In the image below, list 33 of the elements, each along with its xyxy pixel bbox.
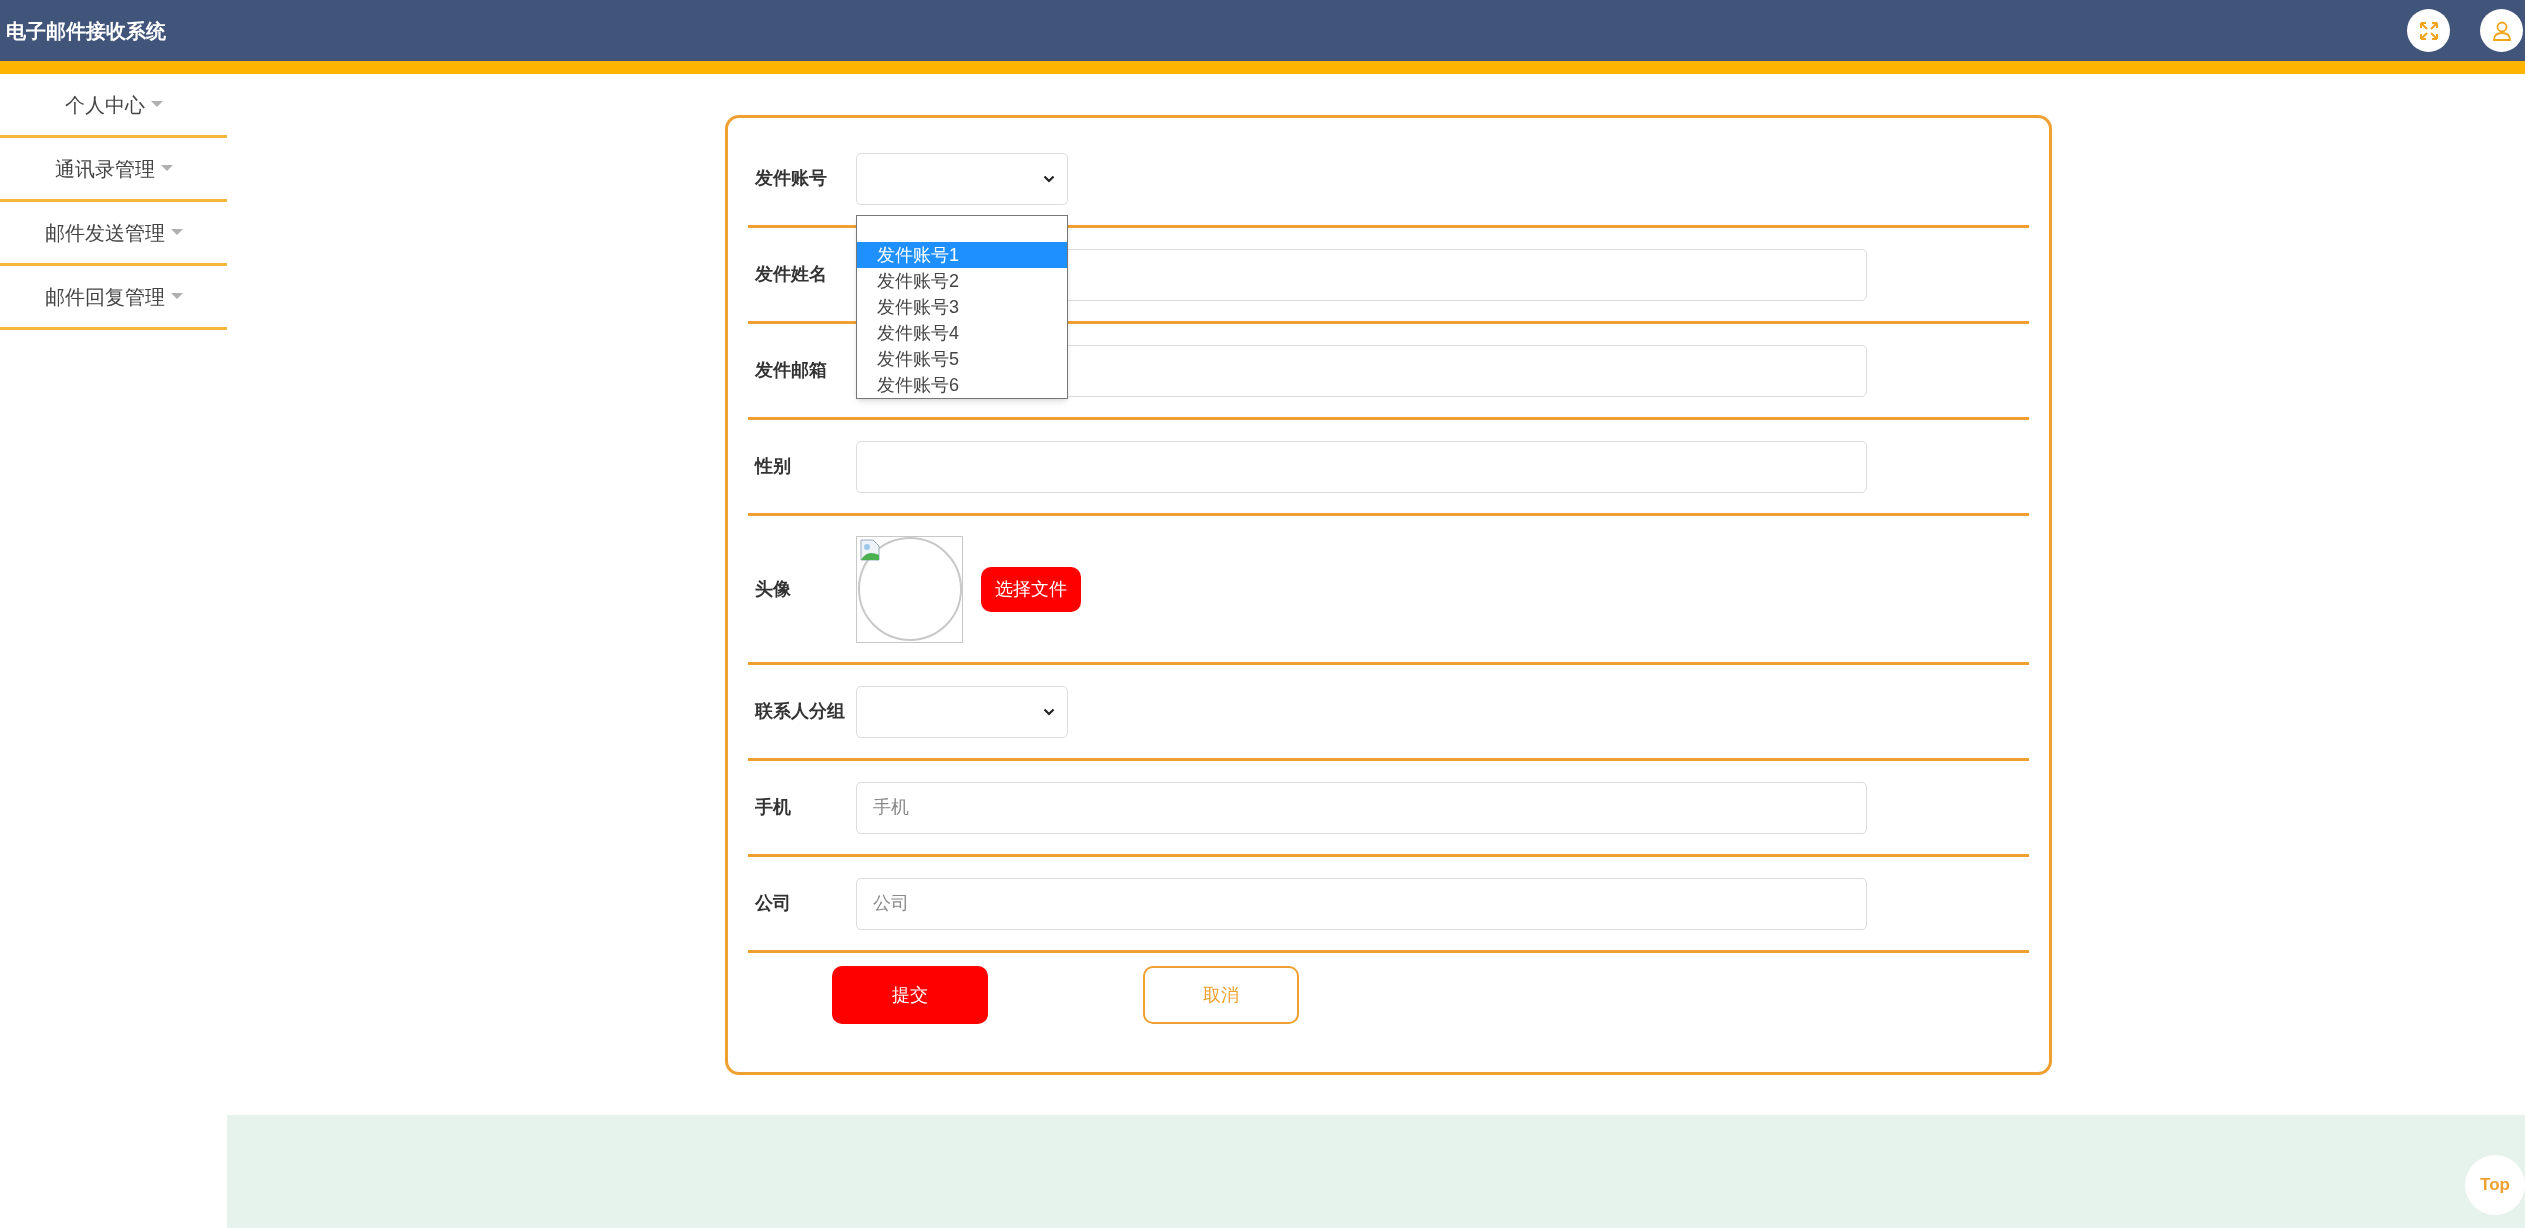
expand-arrows-icon <box>2418 20 2439 41</box>
caret-icon <box>170 229 183 236</box>
caret-icon <box>150 101 163 108</box>
caret-icon <box>170 293 183 300</box>
field-label: 公司 <box>754 892 792 915</box>
dropdown-option[interactable]: 发件账号2 <box>857 267 1067 294</box>
field-label: 发件姓名 <box>754 263 828 286</box>
field-label: 性别 <box>753 455 792 478</box>
dropdown-option[interactable]: 发件账号3 <box>857 293 1067 320</box>
field-label: 手机 <box>754 796 792 819</box>
user-icon <box>2491 20 2512 41</box>
field-label: 联系人分组 <box>753 700 846 723</box>
text-input[interactable]: 公司 <box>856 877 1867 930</box>
chevron-down-icon <box>1043 174 1055 183</box>
dropdown-option[interactable]: 发件账号5 <box>857 345 1067 372</box>
fullscreen-button[interactable] <box>2407 9 2450 52</box>
dropdown-option[interactable] <box>857 215 1067 242</box>
chevron-down-icon <box>1043 707 1055 716</box>
dropdown-option[interactable]: 发件账号4 <box>857 319 1067 346</box>
user-button[interactable] <box>2480 9 2523 52</box>
select-field[interactable] <box>856 152 1068 205</box>
field-label: 头像 <box>754 577 792 601</box>
choose-file-button[interactable]: 选择文件 <box>981 566 1081 612</box>
text-input[interactable] <box>856 440 1867 493</box>
field-label: 发件账号 <box>754 167 828 190</box>
caret-icon <box>160 165 173 172</box>
broken-image-icon <box>859 538 881 561</box>
text-input[interactable]: 手机 <box>856 781 1867 834</box>
app-title: 电子邮件接收系统 <box>6 18 166 44</box>
select-field[interactable] <box>856 685 1068 738</box>
submit-button[interactable]: 提交 <box>832 966 988 1024</box>
dropdown-option[interactable]: 发件账号6 <box>857 371 1067 398</box>
field-label: 发件邮箱 <box>754 359 828 382</box>
